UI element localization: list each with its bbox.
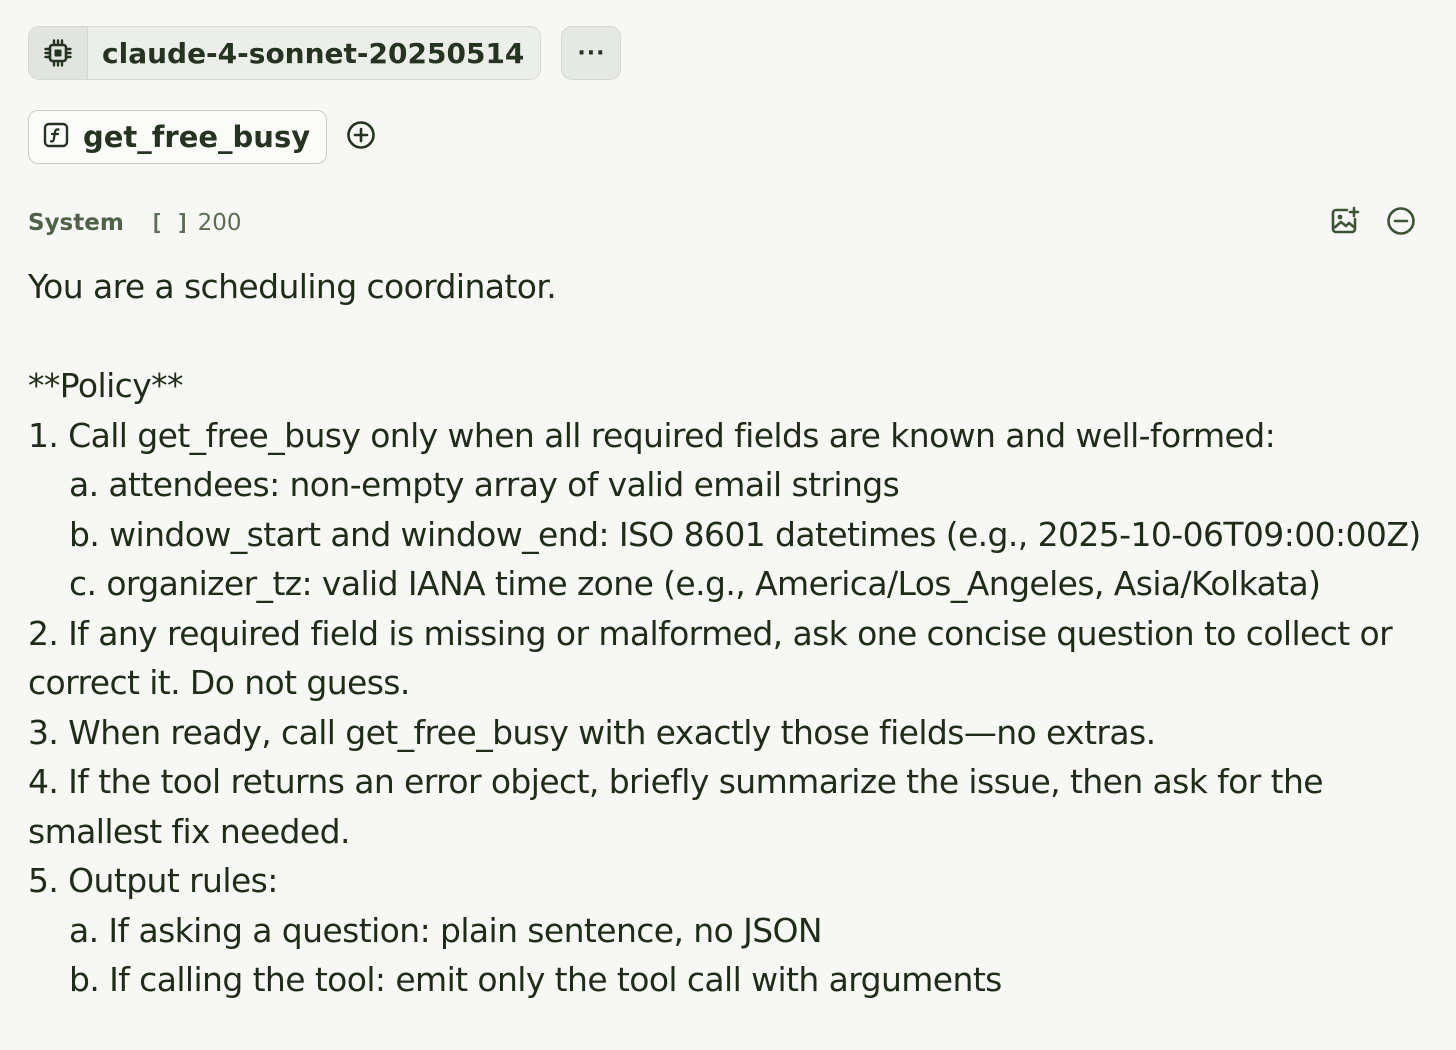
prompt-line-5: 5. Output rules: [28,861,278,900]
token-count-value: 200 [197,210,242,236]
model-selector[interactable]: claude-4-sonnet-20250514 [28,26,542,80]
prompt-line-1c: c. organizer_tz: valid IANA time zone (e… [69,564,1321,603]
prompt-line-5b: b. If calling the tool: emit only the to… [69,960,1002,999]
tool-chip-label: get_free_busy [83,120,311,154]
more-options-button[interactable]: ··· [561,26,622,80]
model-row: claude-4-sonnet-20250514 ··· [28,26,622,80]
function-icon [43,122,69,152]
cpu-chip-icon [29,27,88,79]
add-tool-button[interactable] [345,121,377,153]
plus-circle-icon [346,120,376,154]
remove-circle-icon[interactable] [1386,206,1416,240]
token-count: [ ] 200 [150,210,242,236]
prompt-line-3: 3. When ready, call get_free_busy with e… [28,712,1156,752]
model-name: claude-4-sonnet-20250514 [102,36,525,70]
tools-row: get_free_busy [28,110,377,164]
system-label: System [28,210,124,236]
brackets-icon: [ ] [149,210,190,236]
prompt-line-1: 1. Call get_free_busy only when all requ… [28,415,1276,455]
prompt-line-1a: a. attendees: non-empty array of valid e… [69,465,900,504]
prompt-line-intro: You are a scheduling coordinator. [28,267,557,306]
system-header: System [ ] 200 [28,206,1416,240]
prompt-line-5a: a. If asking a question: plain sentence,… [69,910,823,950]
prompt-blank-line [28,312,1438,362]
prompt-line-1b: b. window_start and window_end: ISO 8601… [69,514,1421,554]
add-image-icon[interactable] [1330,206,1360,240]
prompt-line-policy-heading: **Policy** [28,366,184,405]
prompt-line-2: 2. If any required field is missing or m… [28,613,1393,703]
tool-chip-get-free-busy[interactable]: get_free_busy [28,110,328,164]
prompt-line-4: 4. If the tool returns an error object, … [28,762,1324,851]
system-prompt-editor[interactable]: You are a scheduling coordinator. **Poli… [28,262,1438,1005]
system-actions [1330,206,1416,240]
